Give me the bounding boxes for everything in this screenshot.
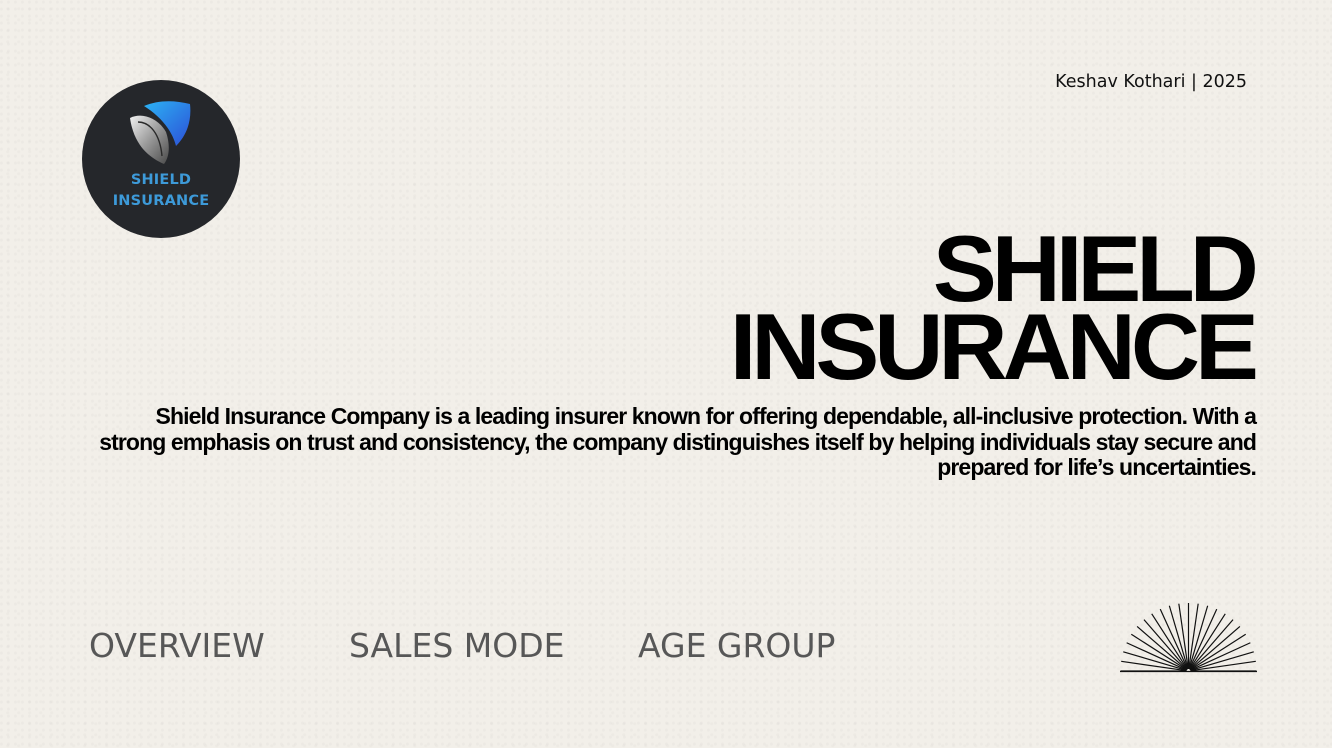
title-line-2: INSURANCE — [729, 294, 1259, 399]
sunburst-icon — [1120, 603, 1257, 673]
nav-age-group[interactable]: AGE GROUP — [638, 626, 835, 665]
company-description: Shield Insurance Company is a leading in… — [99, 403, 1257, 480]
logo-text: SHIELD INSURANCE — [82, 170, 240, 212]
nav-overview[interactable]: OVERVIEW — [89, 626, 265, 665]
nav-sales-mode[interactable]: SALES MODE — [349, 626, 565, 665]
logo-line-2: INSURANCE — [112, 193, 210, 209]
page-title: SHIELD INSURANCE — [729, 222, 1259, 399]
shield-logo-icon — [130, 101, 191, 164]
company-logo: SHIELD INSURANCE — [82, 80, 240, 238]
author-credit: Keshav Kothari | 2025 — [1055, 72, 1247, 92]
logo-line-1: SHIELD — [130, 172, 192, 188]
